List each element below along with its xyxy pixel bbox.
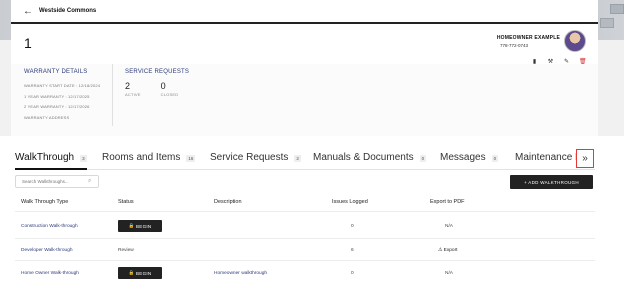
tab-manuals-documents[interactable]: Manuals & Documents 0 — [313, 152, 427, 170]
active-count: 2 ACTIVE — [125, 81, 141, 97]
col-description: Description — [214, 199, 242, 205]
row-2-type[interactable]: Developer Walk-through — [21, 248, 73, 253]
closed-count: 0 CLOSED — [160, 81, 179, 97]
warning-icon: ⚠ — [438, 248, 443, 253]
table-divider — [15, 211, 595, 212]
back-arrow-icon[interactable]: ← — [23, 6, 33, 17]
col-issues-logged: Issues Logged — [332, 199, 368, 205]
row-3-description: Homeowner walkthrough — [214, 271, 268, 276]
row-1-type[interactable]: Construction Walk-through — [21, 224, 78, 229]
search-icon[interactable]: ⌕ — [88, 178, 91, 185]
warranty-start-date: WARRANTY START DATE : 12/18/2024 — [24, 83, 101, 88]
add-walkthrough-button[interactable]: + ADD WALKTHROUGH — [510, 175, 593, 189]
owner-phone: 778-772-0743 — [500, 43, 529, 48]
top-nav-bar: ← Westside Commons — [11, 0, 598, 24]
community-title[interactable]: Westside Commons — [39, 8, 96, 14]
search-input[interactable] — [22, 179, 86, 184]
row-3-issues: 0 — [351, 271, 354, 276]
avatar[interactable] — [564, 30, 586, 52]
tab-walkthrough[interactable]: WalkThrough 3 — [15, 152, 87, 170]
row-1-issues: 0 — [351, 224, 354, 229]
tab-service-requests[interactable]: Service Requests 2 — [210, 152, 301, 170]
details-panel: WARRANTY DETAILS WARRANTY START DATE : 1… — [11, 64, 598, 136]
warranty-address: WARRANTY ADDRESS — [24, 114, 70, 120]
tab-rooms-and-items[interactable]: Rooms and Items 16 — [102, 152, 196, 170]
row-3-begin-button[interactable]: 🔒 BEGIN — [118, 267, 162, 279]
col-walk-through-type: Walk Through Type — [21, 199, 69, 205]
service-requests-title: SERVICE REQUESTS — [125, 69, 190, 75]
unit-header: 1 HOMEOWNER EXAMPLE 778-772-0743 ▮ ⚒ ✎ 🗑 — [11, 24, 598, 65]
row-divider — [15, 260, 595, 261]
unit-number: 1 — [24, 35, 32, 51]
row-2-issues: 6 — [351, 248, 354, 253]
row-1-export: N/A — [445, 224, 453, 229]
row-2-status: Review — [118, 248, 134, 253]
warranty-two-year: 2 YEAR WARRANTY : 12/17/2026 — [24, 104, 90, 110]
col-status: Status — [118, 199, 134, 205]
search-walkthroughs[interactable]: ⌕ — [15, 175, 99, 188]
row-1-begin-button[interactable]: 🔒 BEGIN — [118, 220, 162, 232]
details-divider — [112, 64, 113, 126]
warranty-lines: WARRANTY START DATE : 12/18/2024 1 YEAR … — [24, 83, 100, 125]
tab-messages[interactable]: Messages 0 — [440, 152, 499, 170]
service-counts: 2 ACTIVE 0 CLOSED — [125, 81, 178, 97]
row-2-export-button[interactable]: ⚠ Export — [438, 248, 458, 253]
tab-bar: WalkThrough 3 Rooms and Items 16 Service R… — [15, 152, 595, 170]
row-3-export: N/A — [445, 271, 453, 276]
walkthrough-section: WalkThrough 3 Rooms and Items 16 Service R… — [0, 136, 624, 305]
tab-maintenance[interactable]: Maintenance Re — [515, 152, 583, 170]
col-export-pdf: Export to PDF — [430, 199, 465, 205]
row-divider — [15, 238, 595, 239]
warranty-one-year: 1 YEAR WARRANTY : 12/17/2025 — [24, 93, 90, 99]
row-3-type[interactable]: Home Owner Walk-through — [21, 271, 79, 276]
owner-name: HOMEOWNER EXAMPLE — [496, 35, 560, 41]
more-tabs-chevron-icon[interactable]: » — [576, 149, 594, 168]
warranty-details-title: WARRANTY DETAILS — [24, 69, 88, 75]
